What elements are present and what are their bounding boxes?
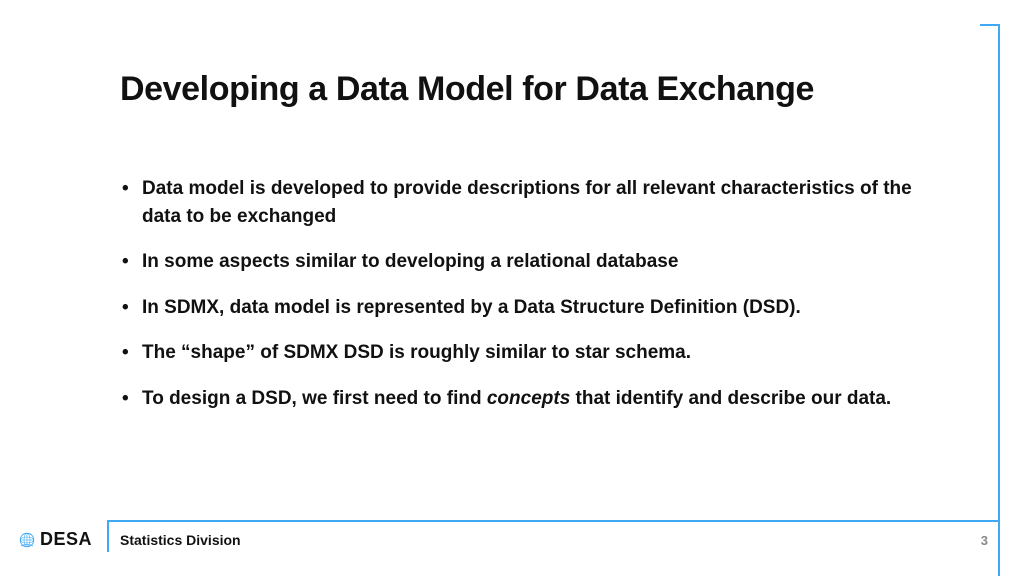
bullet-list: Data model is developed to provide descr… bbox=[120, 175, 944, 430]
list-item: The “shape” of SDMX DSD is roughly simil… bbox=[120, 339, 944, 367]
division-label: Statistics Division bbox=[120, 532, 241, 548]
bullet-text: The “shape” of SDMX DSD is roughly simil… bbox=[142, 342, 691, 363]
un-emblem-icon bbox=[18, 531, 36, 549]
bullet-text: Data model is developed to provide descr… bbox=[142, 178, 912, 227]
footer-rule-vert bbox=[107, 520, 109, 552]
list-item: Data model is developed to provide descr… bbox=[120, 175, 944, 230]
desa-logo: DESA bbox=[18, 529, 92, 550]
slide: Developing a Data Model for Data Exchang… bbox=[0, 0, 1024, 576]
slide-footer: DESA Statistics Division 3 bbox=[0, 524, 1000, 552]
list-item: To design a DSD, we first need to find c… bbox=[120, 385, 944, 413]
desa-text: DESA bbox=[40, 529, 92, 550]
page-number: 3 bbox=[981, 533, 988, 548]
accent-border-top bbox=[980, 24, 1000, 26]
bullet-text-em: concepts bbox=[487, 388, 570, 409]
bullet-text: In SDMX, data model is represented by a … bbox=[142, 297, 801, 318]
accent-border-right bbox=[998, 24, 1000, 576]
footer-rule bbox=[107, 520, 1000, 522]
bullet-text: In some aspects similar to developing a … bbox=[142, 251, 678, 272]
bullet-text-post: that identify and describe our data. bbox=[570, 388, 891, 409]
slide-title: Developing a Data Model for Data Exchang… bbox=[120, 70, 964, 109]
bullet-text-pre: To design a DSD, we first need to find bbox=[142, 388, 487, 409]
list-item: In some aspects similar to developing a … bbox=[120, 248, 944, 276]
list-item: In SDMX, data model is represented by a … bbox=[120, 294, 944, 322]
